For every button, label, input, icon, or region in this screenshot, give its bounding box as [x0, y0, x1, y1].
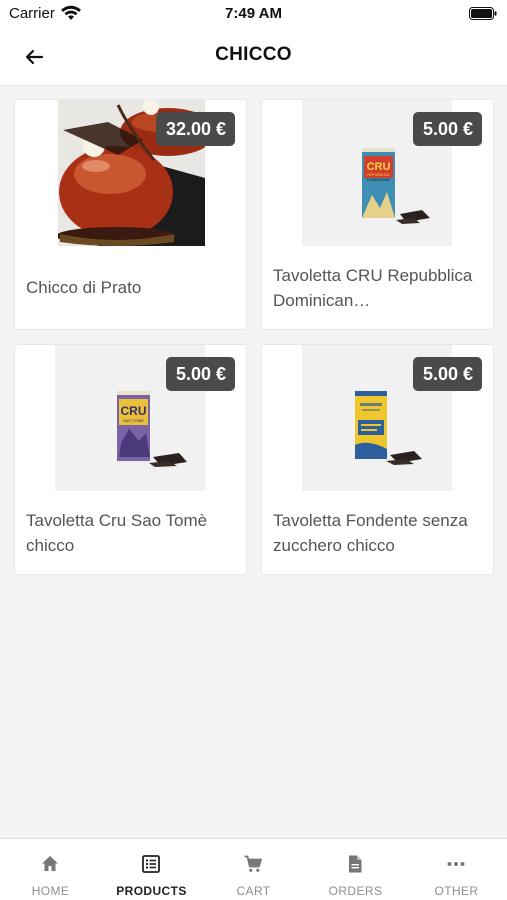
document-icon — [349, 855, 362, 873]
tab-orders[interactable]: ORDERS — [305, 839, 406, 900]
price-badge: 32.00 € — [155, 112, 235, 146]
tab-label: ORDERS — [328, 884, 383, 898]
cart-icon — [244, 855, 262, 872]
bottom-tab-bar: HOME PRODUCTS CART ORDERS OTHER — [0, 838, 507, 900]
tab-other[interactable]: OTHER — [406, 839, 507, 900]
product-card[interactable]: 5.00 € Tavoletta Fondente senza zucchero… — [261, 344, 494, 575]
price-badge: 5.00 € — [412, 112, 482, 146]
product-card[interactable]: CRU SAO TOMÈ 5.00 € Tavoletta Cru Sao To… — [14, 344, 247, 575]
product-card[interactable]: 32.00 € Chicco di Prato — [14, 99, 247, 330]
tab-label: PRODUCTS — [116, 884, 187, 898]
tab-home[interactable]: HOME — [0, 839, 101, 900]
tab-label: OTHER — [434, 884, 479, 898]
screen: Carrier 7:49 AM CHICCO 32.00 € Chicco di… — [0, 0, 507, 900]
list-icon — [142, 855, 160, 873]
package-text: SAO TOMÈ — [123, 418, 144, 423]
price-badge: 5.00 € — [165, 357, 235, 391]
price-badge: 5.00 € — [412, 357, 482, 391]
product-name: Tavoletta Cru Sao Tomè chicco — [26, 511, 208, 555]
status-time: 7:49 AM — [225, 5, 282, 22]
product-name: Chicco di Prato — [26, 278, 142, 297]
package-text: DOMINICANA — [367, 178, 390, 182]
tab-label: HOME — [31, 884, 70, 898]
product-card[interactable]: CRU REPUBBLICA DOMINICANA 5.00 € Tavolet… — [261, 99, 494, 330]
package-text: CRU — [121, 404, 147, 418]
product-name: Tavoletta CRU Repubblica Dominican… — [273, 266, 473, 310]
page-title: CHICCO — [215, 44, 292, 65]
more-icon — [447, 862, 465, 866]
status-bar: Carrier 7:49 AM — [0, 0, 507, 28]
header: CHICCO — [0, 28, 507, 86]
product-name: Tavoletta Fondente senza zucchero chicco — [273, 511, 468, 555]
package-text: REPUBBLICA — [367, 173, 390, 177]
tab-label: CART — [236, 884, 271, 898]
tab-cart[interactable]: CART — [203, 839, 304, 900]
tab-products[interactable]: PRODUCTS — [101, 839, 202, 900]
home-icon — [42, 856, 58, 871]
battery-icon — [469, 7, 497, 20]
package-text: CRU — [367, 161, 391, 173]
